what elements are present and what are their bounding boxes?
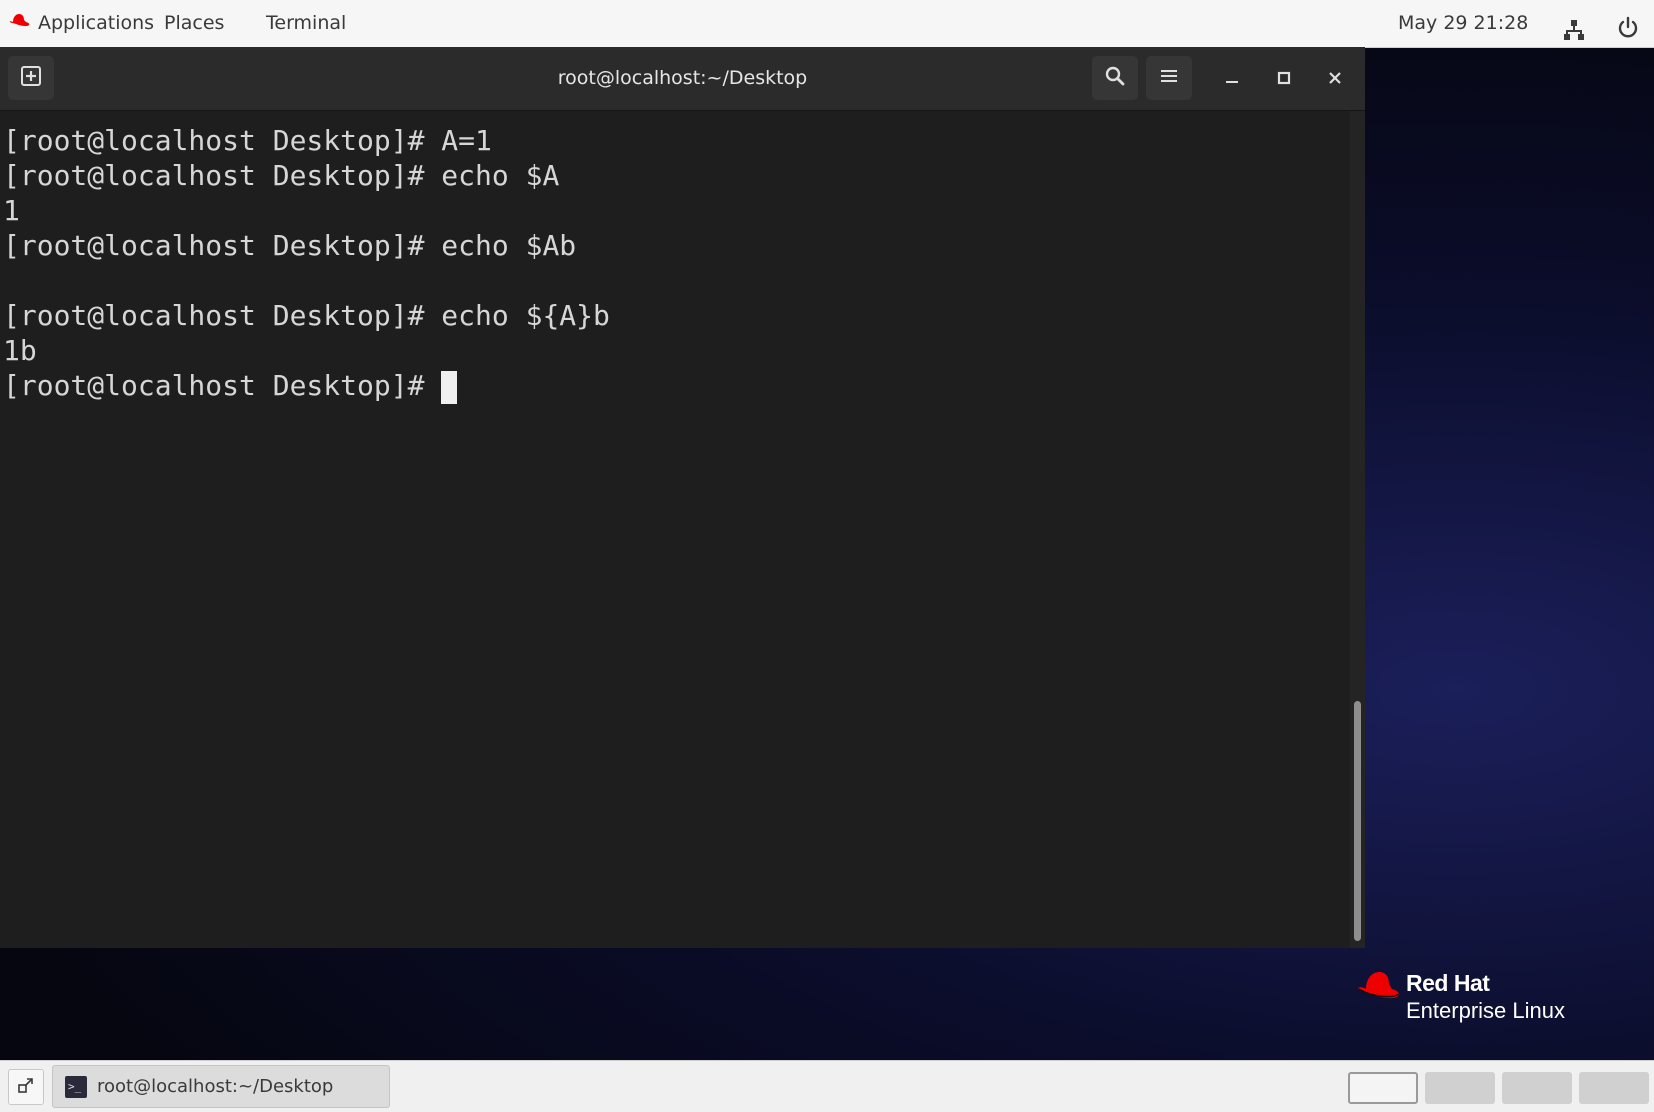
- terminal-app-menu[interactable]: Terminal: [266, 0, 346, 47]
- taskbar-window-label: root@localhost:~/Desktop: [97, 1076, 334, 1097]
- minimize-icon: [1225, 70, 1239, 89]
- terminal-line: 1: [3, 194, 20, 227]
- window-headerbar[interactable]: root@localhost:~/Desktop: [0, 47, 1365, 111]
- power-icon[interactable]: [1616, 11, 1640, 38]
- terminal-prompt-line[interactable]: [root@localhost Desktop]#: [0, 368, 1348, 404]
- terminal-line: [root@localhost Desktop]# echo ${A}b: [3, 299, 610, 332]
- redhat-hat-logo-icon: [1356, 970, 1400, 1010]
- search-icon: [1104, 65, 1126, 91]
- hamburger-menu-icon: [1160, 68, 1178, 88]
- terminal-line: [root@localhost Desktop]# echo $A: [3, 159, 560, 192]
- terminal-output[interactable]: [root@localhost Desktop]# A=1 [root@loca…: [0, 111, 1348, 948]
- terminal-line: [root@localhost Desktop]# echo $Ab: [3, 229, 577, 262]
- terminal-line: [root@localhost Desktop]# A=1: [3, 124, 492, 157]
- clock[interactable]: May 29 21:28: [1398, 0, 1528, 47]
- new-tab-button[interactable]: [8, 56, 54, 100]
- redhat-logo: Red Hat Enterprise Linux: [1356, 968, 1596, 1028]
- terminal-prompt: [root@localhost Desktop]#: [3, 369, 442, 402]
- network-icon[interactable]: [1563, 12, 1585, 40]
- text-cursor: [441, 370, 458, 404]
- menu-button[interactable]: [1146, 56, 1192, 100]
- redhat-hat-icon: [8, 0, 30, 47]
- workspace-4[interactable]: [1579, 1072, 1649, 1104]
- close-button[interactable]: [1321, 65, 1349, 93]
- show-desktop-button[interactable]: [8, 1069, 44, 1105]
- terminal-line: 1b: [3, 334, 37, 367]
- logo-company-name: Red Hat: [1406, 970, 1490, 996]
- workspace-2[interactable]: [1425, 1072, 1495, 1104]
- logo-product-name: Enterprise Linux: [1406, 998, 1565, 1023]
- applications-menu[interactable]: Applications: [8, 0, 154, 47]
- vertical-scrollbar[interactable]: [1350, 111, 1365, 948]
- workspace-1[interactable]: [1348, 1072, 1418, 1104]
- top-panel: Applications Places Terminal May 29 21:2…: [0, 0, 1654, 48]
- applications-label: Applications: [38, 12, 155, 34]
- maximize-button[interactable]: [1270, 65, 1298, 93]
- maximize-icon: [1277, 70, 1291, 89]
- terminal-window: root@localhost:~/Desktop [root@localhost…: [0, 47, 1365, 948]
- bottom-panel: >_ root@localhost:~/Desktop: [0, 1060, 1654, 1112]
- terminal-app-icon: >_: [65, 1075, 87, 1098]
- scrollbar-thumb[interactable]: [1354, 701, 1361, 941]
- search-button[interactable]: [1092, 56, 1138, 100]
- minimize-button[interactable]: [1218, 65, 1246, 93]
- places-menu[interactable]: Places: [164, 0, 224, 47]
- workspace-3[interactable]: [1502, 1072, 1572, 1104]
- taskbar-window-item[interactable]: >_ root@localhost:~/Desktop: [52, 1065, 390, 1108]
- close-icon: [1328, 70, 1342, 89]
- new-tab-icon: [20, 65, 42, 91]
- show-desktop-icon: [17, 1076, 35, 1098]
